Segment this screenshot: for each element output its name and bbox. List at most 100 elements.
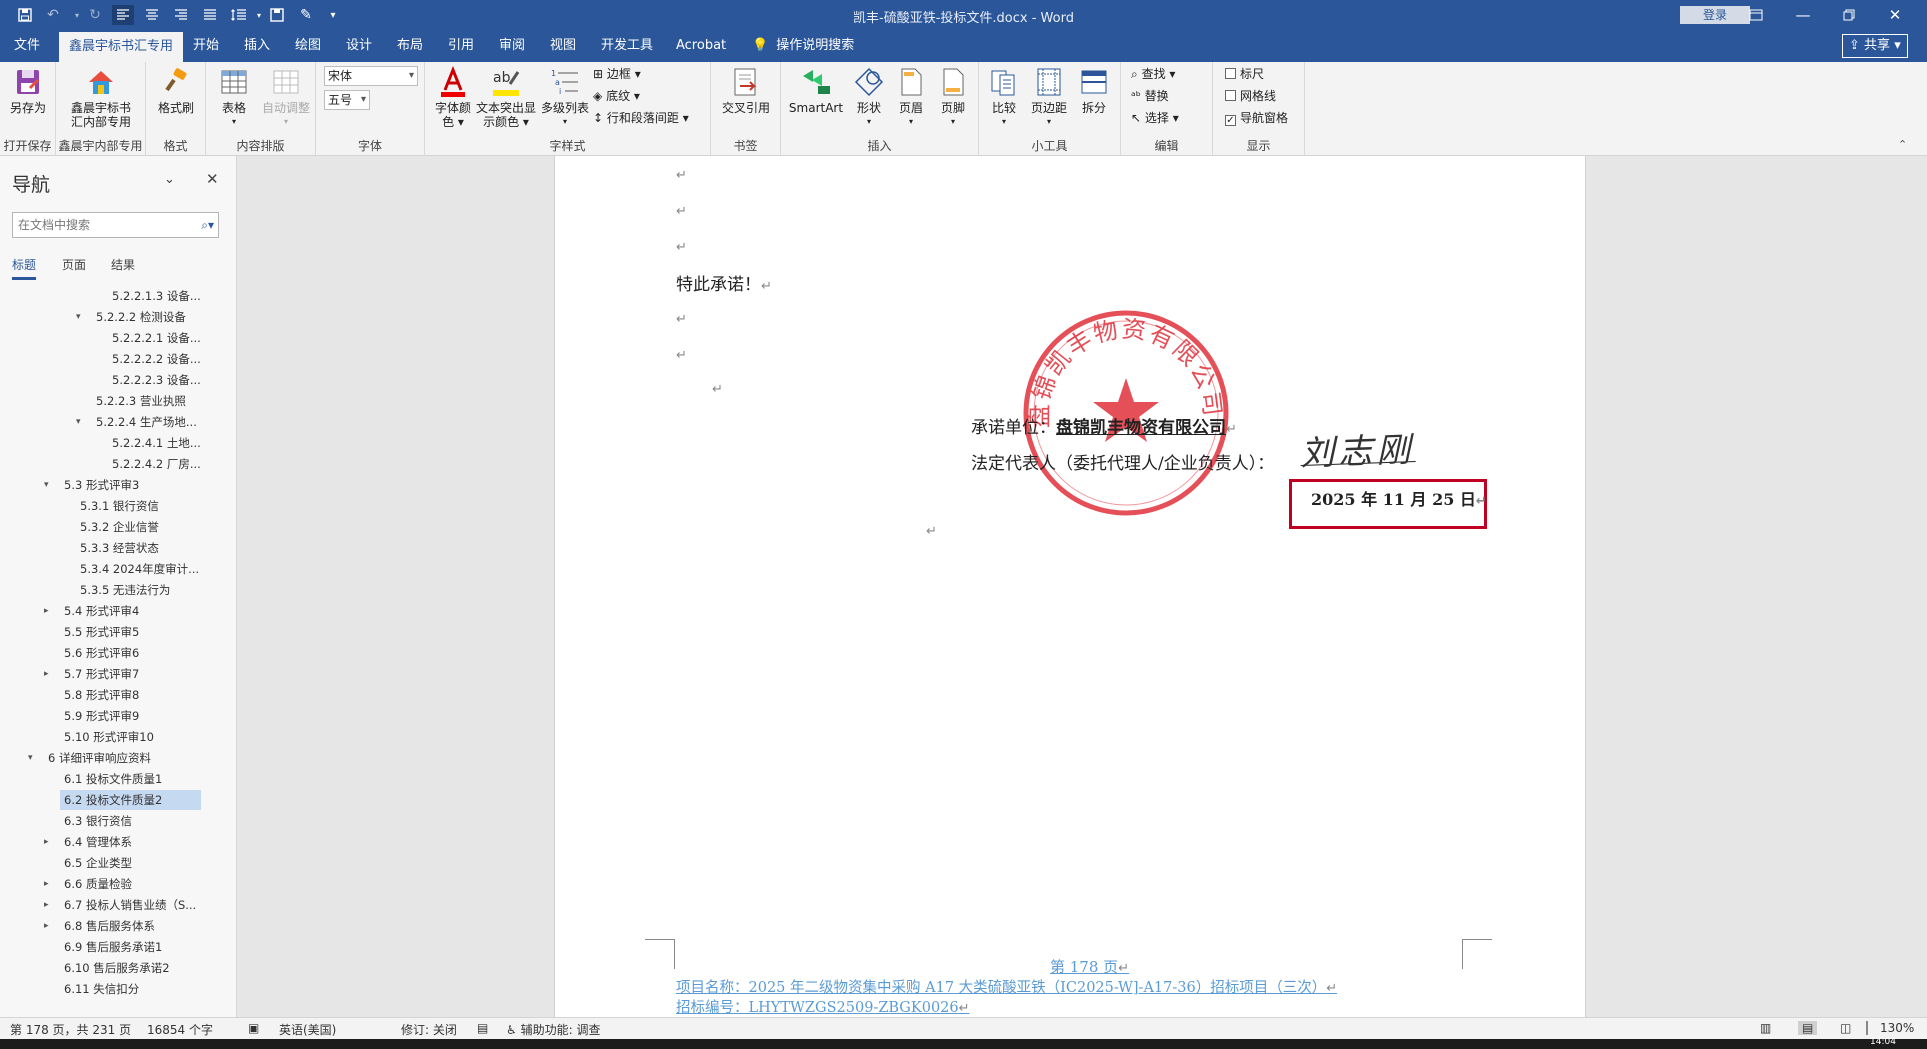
expand-arrow-icon[interactable]: ▸ <box>44 895 49 915</box>
nav-heading-item[interactable]: ▾ 5.2.2.4 生产场地... <box>76 412 201 432</box>
select-button[interactable]: ↖ 选择 ▾ <box>1131 108 1179 128</box>
collapse-arrow-icon[interactable]: ▾ <box>44 475 49 495</box>
nav-heading-item[interactable]: 5.2.2.3 营业执照 <box>92 391 190 411</box>
nav-heading-item[interactable]: 6.11 失信扣分 <box>60 979 143 999</box>
collapse-arrow-icon[interactable]: ▾ <box>28 748 33 768</box>
shape-button[interactable]: 形状 ▾ <box>849 66 889 129</box>
multilevel-list-button[interactable]: 1ai 多级列表 ▾ <box>539 66 591 129</box>
expand-arrow-icon[interactable]: ▸ <box>44 916 49 936</box>
nav-heading-item[interactable]: 6.2 投标文件质量2 <box>60 790 201 810</box>
collapse-arrow-icon[interactable]: ▾ <box>76 307 81 327</box>
nav-heading-item[interactable]: ▸ 6.7 投标人销售业绩（S... <box>44 895 200 915</box>
expand-arrow-icon[interactable]: ▸ <box>44 874 49 894</box>
paragraph-spacing-button[interactable]: ↕ 行和段落间距 ▾ <box>593 108 689 128</box>
nav-heading-item[interactable]: 5.2.2.2.2 设备... <box>108 349 205 369</box>
tab-layout[interactable]: 布局 <box>387 30 433 62</box>
tab-xcy[interactable]: 鑫晨宇标书汇专用 <box>59 32 184 62</box>
nav-heading-item[interactable]: ▸ 5.4 形式评审4 <box>44 601 143 621</box>
status-track-changes[interactable]: 修订: 关闭 <box>401 1021 457 1038</box>
ribbon-display-icon[interactable] <box>1733 0 1779 30</box>
tab-file[interactable]: 文件 <box>4 30 50 62</box>
nav-options-icon[interactable]: ⌄ <box>164 172 175 187</box>
tab-acrobat[interactable]: Acrobat <box>666 30 736 62</box>
nav-tab-results[interactable]: 结果 <box>111 256 135 273</box>
split-button[interactable]: 拆分 <box>1073 66 1115 115</box>
ruler-checkbox[interactable]: 标尺 <box>1225 64 1264 84</box>
nav-tab-pages[interactable]: 页面 <box>62 256 86 273</box>
web-layout-icon[interactable]: ◫ <box>1840 1021 1851 1035</box>
nav-close-icon[interactable]: ✕ <box>206 170 219 188</box>
auto-adjust-button[interactable]: 自动调整 ▾ <box>258 66 314 129</box>
nav-heading-item[interactable]: 5.3.3 经营状态 <box>76 538 163 558</box>
tab-developer[interactable]: 开发工具 <box>591 30 663 62</box>
nav-heading-item[interactable]: 5.9 形式评审9 <box>60 706 143 726</box>
nav-heading-item[interactable]: 6.5 企业类型 <box>60 853 136 873</box>
smartart-button[interactable]: SmartArt <box>785 66 847 115</box>
highlight-button[interactable]: ab 文本突出显 示颜色 ▾ <box>475 66 537 129</box>
nav-heading-item[interactable]: 6.9 售后服务承诺1 <box>60 937 166 957</box>
nav-heading-item[interactable]: 5.2.2.4.2 厂房... <box>108 454 205 474</box>
macro-icon[interactable]: ▤ <box>477 1021 488 1035</box>
read-mode-icon[interactable]: ▥ <box>1760 1021 1771 1035</box>
print-layout-icon[interactable]: ▤ <box>1798 1021 1818 1035</box>
zoom-slider[interactable] <box>1866 1021 1868 1035</box>
nav-heading-item[interactable]: 6.1 投标文件质量1 <box>60 769 166 789</box>
nav-heading-item[interactable]: ▾ 6 详细评审响应资料 <box>28 748 155 768</box>
border-button[interactable]: ⊞ 边框 ▾ <box>593 64 641 84</box>
zoom-level[interactable]: 130% <box>1880 1021 1914 1035</box>
nav-heading-item[interactable]: 5.3.4 2024年度审计... <box>76 559 203 579</box>
nav-heading-item[interactable]: 5.6 形式评审6 <box>60 643 143 663</box>
expand-arrow-icon[interactable]: ▸ <box>44 832 49 852</box>
gridlines-checkbox[interactable]: 网格线 <box>1225 86 1276 106</box>
document-page[interactable]: ↵ ↵ ↵ 特此承诺！↵ ↵ ↵ ↵ 盘锦凯丰物资有限公司 承诺单位：盘锦凯丰物… <box>554 156 1586 1017</box>
vertical-scrollbar[interactable] <box>1914 156 1927 1017</box>
nav-heading-item[interactable]: 5.3.2 企业信誉 <box>76 517 163 537</box>
font-size-select[interactable]: 五号 <box>324 90 370 110</box>
nav-tab-headings[interactable]: 标题 <box>12 256 37 280</box>
status-language[interactable]: 英语(美国) <box>279 1021 336 1038</box>
nav-heading-item[interactable]: 5.8 形式评审8 <box>60 685 143 705</box>
nav-pane-checkbox[interactable]: ✓ 导航窗格 <box>1225 108 1288 128</box>
nav-heading-item[interactable]: ▾ 5.2.2.2 检测设备 <box>76 307 190 327</box>
header-button[interactable]: 页眉 ▾ <box>891 66 931 129</box>
search-icon[interactable]: ⌕▾ <box>201 213 214 237</box>
font-name-select[interactable]: 宋体 <box>324 66 418 86</box>
nav-heading-item[interactable]: 5.2.2.2.1 设备... <box>108 328 205 348</box>
nav-heading-item[interactable]: 6.10 售后服务承诺2 <box>60 958 174 978</box>
nav-heading-item[interactable]: 5.2.2.1.3 设备... <box>108 286 205 306</box>
nav-heading-item[interactable]: 5.3.5 无违法行为 <box>76 580 174 600</box>
margins-button[interactable]: 页边距 ▾ <box>1027 66 1071 129</box>
format-painter-button[interactable]: 格式刷 <box>154 66 198 115</box>
tab-insert[interactable]: 插入 <box>234 30 280 62</box>
tab-draw[interactable]: 绘图 <box>285 30 331 62</box>
tab-view[interactable]: 视图 <box>540 30 586 62</box>
tab-design[interactable]: 设计 <box>336 30 382 62</box>
accessibility-status[interactable]: ♿ 辅助功能: 调查 <box>506 1021 600 1038</box>
restore-icon[interactable] <box>1826 0 1872 30</box>
nav-heading-item[interactable]: ▸ 5.7 形式评审7 <box>44 664 143 684</box>
nav-heading-item[interactable]: 5.5 形式评审5 <box>60 622 143 642</box>
compare-button[interactable]: 比较 ▾ <box>983 66 1025 129</box>
nav-heading-item[interactable]: 5.3.1 银行资信 <box>76 496 163 516</box>
collapse-ribbon-icon[interactable]: ⌃ <box>1898 138 1907 151</box>
expand-arrow-icon[interactable]: ▸ <box>44 601 49 621</box>
collapse-arrow-icon[interactable]: ▾ <box>76 412 81 432</box>
tell-me-search[interactable]: 💡 操作说明搜索 <box>748 30 864 62</box>
expand-arrow-icon[interactable]: ▸ <box>44 664 49 684</box>
nav-heading-item[interactable]: ▸ 6.6 质量检验 <box>44 874 136 894</box>
table-button[interactable]: 表格 ▾ <box>212 66 256 129</box>
nav-heading-item[interactable]: ▸ 6.8 售后服务体系 <box>44 916 159 936</box>
share-button[interactable]: ⇪ 共享 ▾ <box>1842 34 1908 58</box>
close-icon[interactable]: ✕ <box>1872 0 1918 30</box>
tab-references[interactable]: 引用 <box>438 30 484 62</box>
find-button[interactable]: ⌕ 查找 ▾ <box>1131 64 1175 84</box>
nav-heading-item[interactable]: 6.3 银行资信 <box>60 811 136 831</box>
status-page[interactable]: 第 178 页，共 231 页 <box>10 1021 131 1038</box>
shading-button[interactable]: ◈ 底纹 ▾ <box>593 86 640 106</box>
minimize-icon[interactable]: — <box>1780 0 1826 30</box>
nav-heading-item[interactable]: ▾ 5.3 形式评审3 <box>44 475 143 495</box>
nav-heading-item[interactable]: 5.2.2.4.1 土地... <box>108 433 205 453</box>
save-as-button[interactable]: 另存为 <box>6 66 50 115</box>
tab-review[interactable]: 审阅 <box>489 30 535 62</box>
footer-button[interactable]: 页脚 ▾ <box>933 66 973 129</box>
